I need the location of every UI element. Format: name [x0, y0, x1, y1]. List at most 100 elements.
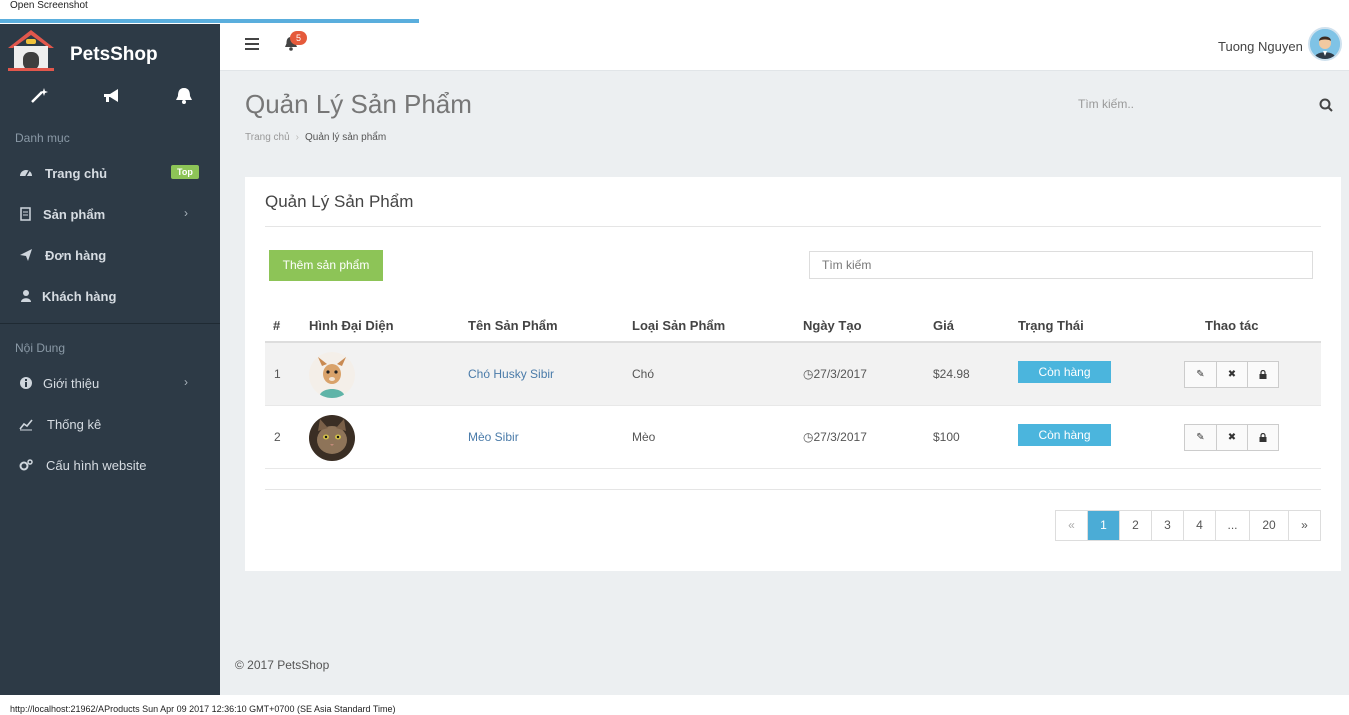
table-footer-divider — [265, 489, 1321, 490]
clock-icon: ◷ — [803, 367, 814, 381]
breadcrumb-separator: › — [295, 132, 299, 143]
sidebar-item-about[interactable]: Giới thiệu › — [0, 366, 220, 402]
sidebar-item-products[interactable]: Sản phẩm › — [0, 197, 220, 233]
status-badge: Còn hàng — [1018, 424, 1111, 446]
panel-divider — [265, 226, 1321, 227]
dashboard-icon — [20, 170, 32, 177]
add-product-button[interactable]: Thêm sản phẩm — [269, 250, 383, 281]
section-label-noi-dung: Nội Dung — [15, 341, 66, 355]
page-title: Quản Lý Sản Phẩm — [245, 89, 472, 119]
product-panel: Quản Lý Sản Phẩm Thêm sản phẩm # Hình Đạ… — [245, 177, 1341, 571]
product-type: Mèo — [632, 430, 656, 444]
col-header-name: Tên Sản Phẩm — [468, 318, 558, 333]
sidebar-item-label: Trang chủ — [45, 166, 108, 181]
table-row: 1 Chó Husky Sibir Chó ◷27/3/2017 $24.98 … — [265, 343, 1321, 406]
notification-count-badge: 5 — [290, 31, 307, 45]
avatar[interactable] — [1308, 27, 1342, 61]
main-content: Quản Lý Sản Phẩm Tìm kiếm.. Trang chủ › Qu… — [220, 71, 1349, 695]
gears-icon — [19, 459, 33, 471]
sidebar-item-orders[interactable]: Đơn hàng — [0, 238, 220, 274]
sidebar-item-settings[interactable]: Cấu hình website — [0, 448, 220, 484]
sidebar-item-label: Giới thiệu — [43, 376, 100, 391]
house-logo-icon — [8, 30, 54, 71]
sidebar-item-stats[interactable]: Thống kê — [0, 407, 220, 443]
delete-x-icon[interactable]: ✖ — [1216, 425, 1247, 450]
lock-icon[interactable] — [1247, 425, 1278, 450]
user-icon — [21, 290, 31, 302]
col-header-date: Ngày Tạo — [803, 318, 862, 333]
brand-name: PetsShop — [70, 44, 158, 65]
row-number: 1 — [274, 367, 281, 381]
status-badge: Còn hàng — [1018, 361, 1111, 383]
chevron-right-icon: › — [184, 375, 188, 389]
product-price: $100 — [933, 430, 960, 444]
sidebar-divider — [0, 323, 220, 324]
sidebar-item-label: Thống kê — [47, 417, 102, 432]
lock-icon[interactable] — [1247, 362, 1278, 387]
sidebar-item-label: Sản phẩm — [43, 207, 106, 222]
sidebar: PetsShop Danh mục Trang chủ Top Sản phẩm… — [0, 24, 220, 695]
sidebar-item-label: Cấu hình website — [46, 458, 147, 473]
clock-icon: ◷ — [803, 430, 814, 444]
page-button-20[interactable]: 20 — [1250, 511, 1289, 540]
paper-plane-icon — [20, 249, 32, 261]
brand[interactable]: PetsShop — [0, 24, 220, 74]
row-actions: ✎ ✖ — [1184, 361, 1279, 388]
user-name[interactable]: Tuong Nguyen — [1218, 39, 1303, 54]
col-header-actions: Thao tác — [1205, 318, 1259, 333]
browser-status-bar: http://localhost:21962/AProducts Sun Apr… — [0, 695, 1349, 715]
document-icon — [20, 207, 31, 221]
sidebar-item-label: Đơn hàng — [45, 248, 107, 263]
pagination: « 1 2 3 4 ... 20 » — [1055, 510, 1321, 541]
page-next-button[interactable]: » — [1289, 511, 1320, 540]
top-search-input[interactable]: Tìm kiếm.. — [1078, 97, 1134, 111]
menu-toggle-icon[interactable] — [245, 38, 259, 51]
page-button-2[interactable]: 2 — [1120, 511, 1152, 540]
page-ellipsis: ... — [1216, 511, 1250, 540]
sidebar-item-customers[interactable]: Khách hàng — [0, 279, 220, 315]
row-number: 2 — [274, 430, 281, 444]
section-label-danh-muc: Danh mục — [15, 131, 70, 145]
footer-copyright: © 2017 PetsShop — [235, 658, 330, 672]
line-chart-icon — [19, 419, 33, 431]
top-badge: Top — [171, 165, 199, 179]
breadcrumb: Trang chủ › Quản lý sản phẩm — [245, 132, 386, 143]
sidebar-item-home[interactable]: Trang chủ Top — [0, 156, 220, 192]
breadcrumb-home[interactable]: Trang chủ — [245, 132, 290, 143]
col-header-image: Hình Đại Diện — [309, 318, 394, 333]
page-button-4[interactable]: 4 — [1184, 511, 1216, 540]
megaphone-icon[interactable] — [100, 86, 124, 106]
page-prev-button[interactable]: « — [1056, 511, 1088, 540]
product-image-dog — [309, 352, 355, 398]
table-row: 2 Mèo Sibir Mèo ◷27/3/2017 $100 Còn hàng… — [265, 406, 1321, 469]
info-icon — [20, 377, 32, 389]
product-name-link[interactable]: Chó Husky Sibir — [468, 367, 554, 381]
window-title-strip: Open Screenshot — [0, 0, 1349, 24]
delete-x-icon[interactable]: ✖ — [1216, 362, 1247, 387]
page-button-1[interactable]: 1 — [1088, 511, 1120, 540]
page-button-3[interactable]: 3 — [1152, 511, 1184, 540]
product-name-link[interactable]: Mèo Sibir — [468, 430, 519, 444]
status-url: http://localhost:21962/AProducts Sun Apr… — [10, 704, 396, 714]
breadcrumb-current: Quản lý sản phẩm — [305, 132, 387, 143]
edit-pencil-icon[interactable]: ✎ — [1185, 425, 1216, 450]
window-caption: Open Screenshot — [10, 0, 88, 11]
sidebar-item-label: Khách hàng — [42, 289, 117, 304]
col-header-price: Giá — [933, 318, 954, 333]
row-actions: ✎ ✖ — [1184, 424, 1279, 451]
panel-title: Quản Lý Sản Phẩm — [265, 192, 414, 211]
col-header-status: Trạng Thái — [1018, 318, 1084, 333]
topbar: 5 Tuong Nguyen — [220, 24, 1349, 71]
magic-wand-icon[interactable] — [27, 86, 51, 106]
created-date: ◷27/3/2017 — [803, 430, 867, 444]
col-header-number: # — [273, 318, 281, 333]
product-image-cat — [309, 415, 355, 461]
user-avatar-icon — [1310, 29, 1340, 59]
edit-pencil-icon[interactable]: ✎ — [1185, 362, 1216, 387]
search-icon[interactable] — [1319, 98, 1333, 112]
col-header-type: Loại Sản Phẩm — [632, 318, 726, 333]
loading-bar — [0, 19, 419, 23]
bell-icon[interactable] — [172, 86, 196, 106]
table-search-input[interactable] — [809, 251, 1313, 279]
chevron-right-icon: › — [184, 206, 188, 220]
